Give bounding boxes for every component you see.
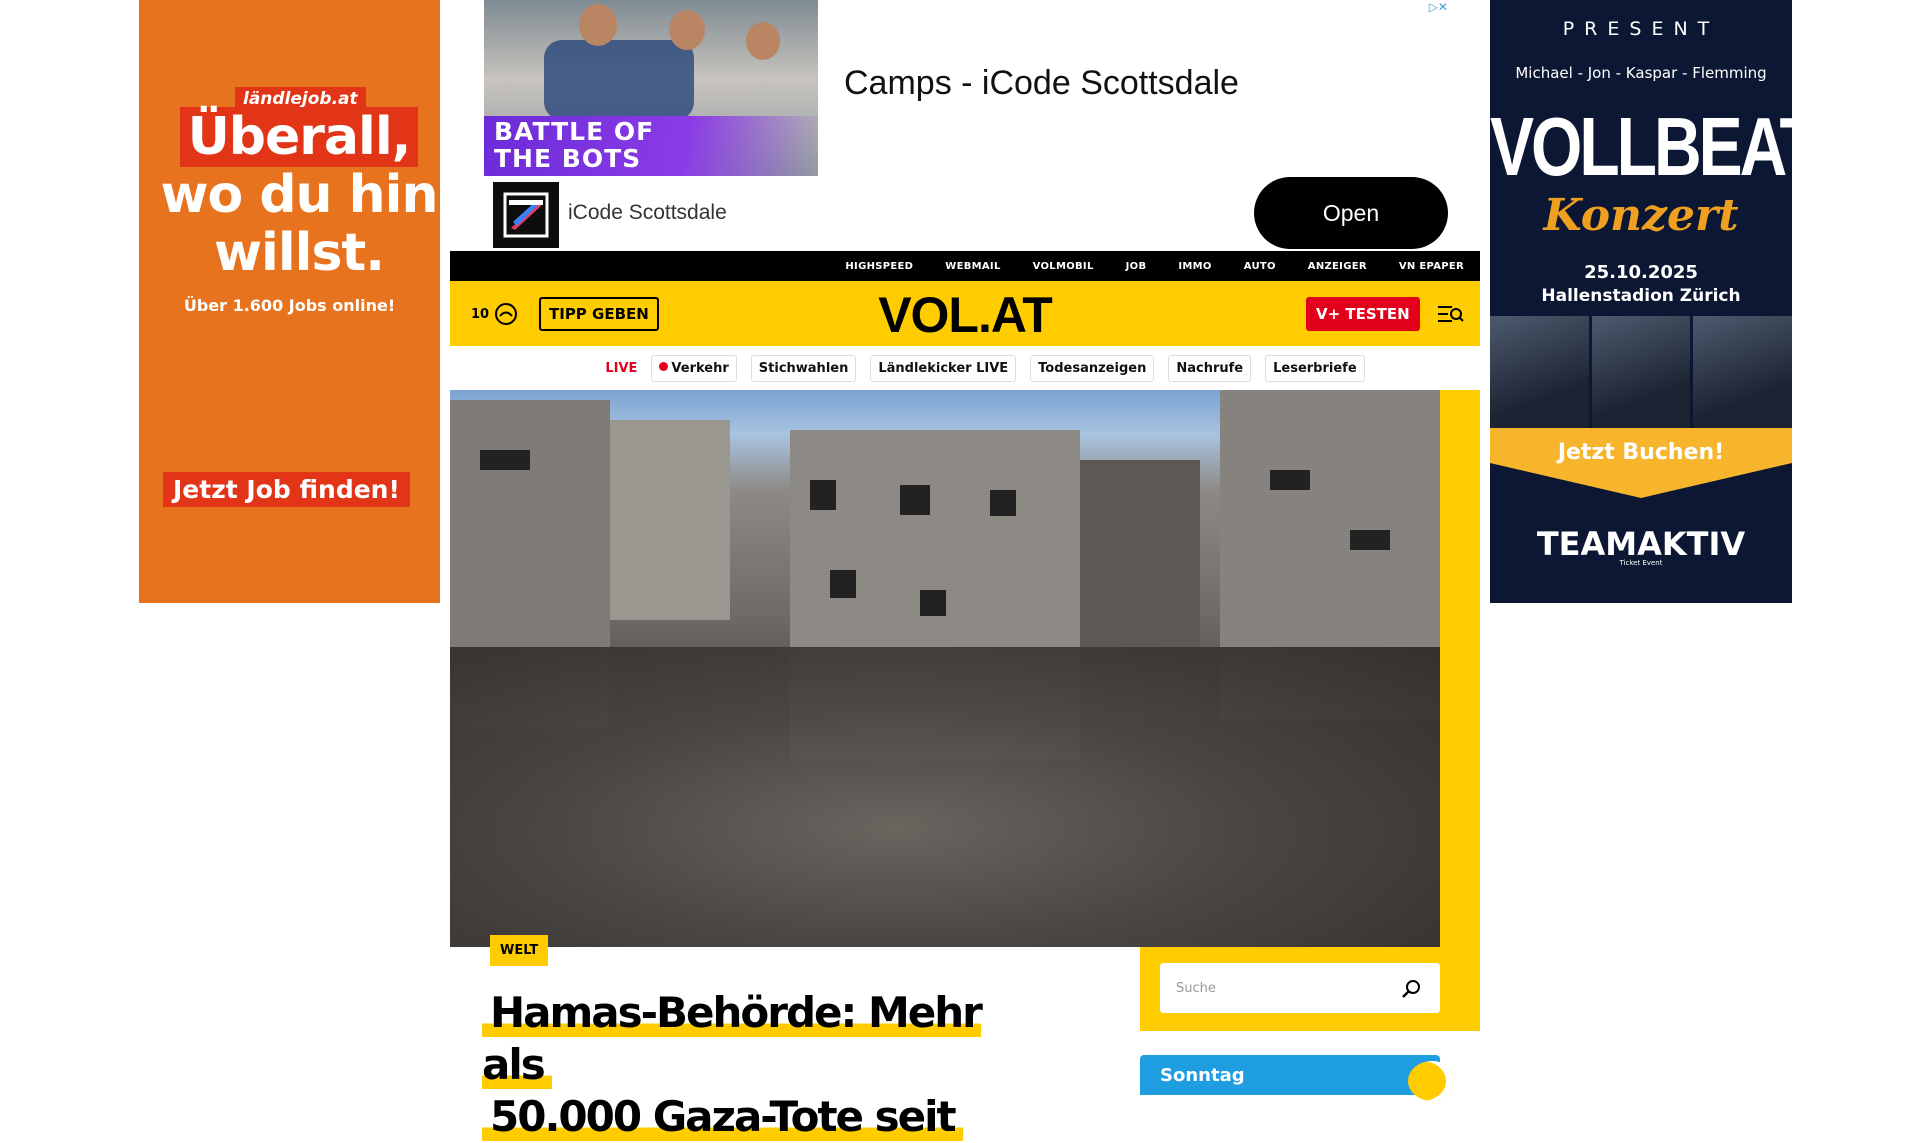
ad-venue: Hallenstadion Zürich (1541, 286, 1741, 306)
topnav-link-immo[interactable]: IMMO (1178, 261, 1211, 272)
vplus-testen-button[interactable]: V+ TESTEN (1306, 297, 1420, 331)
article-teaser[interactable]: WELT Hamas-Behörde: Mehr als 50.000 Gaza… (450, 935, 1140, 1141)
band-photo (1693, 316, 1792, 428)
top-ad-banner[interactable]: BATTLE OF THE BOTS Camps - iCode Scottsd… (484, 0, 1448, 250)
advertiser-name[interactable]: iCode Scottsdale (568, 201, 727, 225)
weather-sun-icon (1408, 1061, 1456, 1101)
ad-present-label: PRESENT (1562, 18, 1720, 40)
ad-cta-button[interactable]: Jetzt Job finden! (163, 472, 410, 507)
tag-leserbriefe[interactable]: Leserbriefe (1265, 354, 1365, 382)
ad-image[interactable]: BATTLE OF THE BOTS (484, 0, 818, 176)
tag-stichwahlen[interactable]: Stichwahlen (750, 354, 857, 382)
live-dot-icon (659, 361, 669, 371)
weather-day-label: Sonntag (1160, 1065, 1245, 1086)
band-photo (1591, 316, 1691, 428)
topnav-link-anzeiger[interactable]: ANZEIGER (1308, 261, 1367, 272)
article-title-line-1: Hamas-Behörde: Mehr als (482, 988, 983, 1089)
ad-headline-line-1: Überall, (179, 107, 419, 167)
ad-headline: Überall, wo du hin willst. (139, 107, 440, 283)
ad-headline-line-3: willst. (213, 223, 385, 283)
topnav-link-job[interactable]: JOB (1126, 261, 1147, 272)
search-box (1140, 947, 1480, 1031)
weather-icon (495, 303, 518, 325)
ad-subtitle: Konzert (1543, 190, 1739, 241)
sidebar: Sonntag (1140, 947, 1480, 1101)
right-ad-banner[interactable]: PRESENT Michael - Jon - Kaspar - Flemmin… (1490, 0, 1792, 603)
topnav-link-volmobil[interactable]: VOLMOBIL (1033, 261, 1094, 272)
ad-photos (1490, 316, 1792, 428)
hero-image[interactable] (450, 390, 1440, 947)
search-input[interactable] (1160, 963, 1440, 1013)
topnav-link-vn-epaper[interactable]: VN EPAPER (1399, 261, 1464, 272)
article-title[interactable]: Hamas-Behörde: Mehr als 50.000 Gaza-Tote… (482, 987, 1042, 1143)
tag-nachrufe[interactable]: Nachrufe (1168, 354, 1252, 382)
ad-headline-line-2: wo du hin (160, 165, 438, 225)
top-nav: HIGHSPEED WEBMAIL VOLMOBIL JOB IMMO AUTO… (450, 251, 1480, 281)
ad-subline: Über 1.600 Jobs online! (183, 296, 396, 315)
topnav-link-highspeed[interactable]: HIGHSPEED (845, 261, 913, 272)
search-icon[interactable] (1400, 978, 1422, 1000)
category-badge[interactable]: WELT (490, 935, 549, 966)
tag-label: Verkehr (671, 360, 729, 376)
topnav-link-auto[interactable]: AUTO (1244, 261, 1276, 272)
band-photo (1490, 316, 1589, 428)
ad-sponsor-sub: Ticket Event (1619, 559, 1663, 567)
ad-date: 25.10.2025 (1584, 262, 1698, 283)
masthead: 10 TIPP GEBEN VOL.AT V+ TESTEN (450, 281, 1480, 346)
tag-bar: LIVE Verkehr Stichwahlen Ländlekicker LI… (450, 346, 1480, 390)
weather-widget[interactable]: Sonntag (1140, 1055, 1456, 1101)
ad-sponsor-logo: TEAMAKTIV (1536, 525, 1746, 563)
live-label: LIVE (605, 360, 638, 376)
weather-indicator[interactable]: 10 (471, 303, 518, 325)
ad-band-members: Michael - Jon - Kaspar - Flemming (1515, 64, 1767, 82)
adchoices-icon[interactable]: ▷✕ (1429, 0, 1448, 14)
main-content: WELT Hamas-Behörde: Mehr als 50.000 Gaza… (450, 390, 1480, 1141)
ad-open-button[interactable]: Open (1254, 177, 1448, 249)
tag-todesanzeigen[interactable]: Todesanzeigen (1030, 354, 1155, 382)
tag-laendlekicker-live[interactable]: Ländlekicker LIVE (870, 354, 1017, 382)
ad-image-caption: BATTLE OF THE BOTS (494, 117, 655, 173)
ad-band-name: VOLLBEAT (1490, 99, 1792, 193)
tag-verkehr[interactable]: Verkehr (651, 354, 737, 382)
topnav-link-webmail[interactable]: WEBMAIL (945, 261, 1000, 272)
article-title-line-2: 50.000 Gaza-Tote seit (482, 1092, 963, 1141)
advertiser-logo[interactable] (493, 182, 559, 248)
menu-search-icon[interactable] (1438, 303, 1464, 325)
ad-headline[interactable]: Camps - iCode Scottsdale (844, 64, 1239, 103)
tipp-geben-button[interactable]: TIPP GEBEN (539, 297, 659, 331)
left-ad-banner[interactable]: ländlejob.at Überall, wo du hin willst. … (139, 0, 440, 603)
ad-cta-button[interactable]: Jetzt Buchen! (1490, 428, 1792, 498)
temperature-value: 10 (471, 306, 490, 322)
